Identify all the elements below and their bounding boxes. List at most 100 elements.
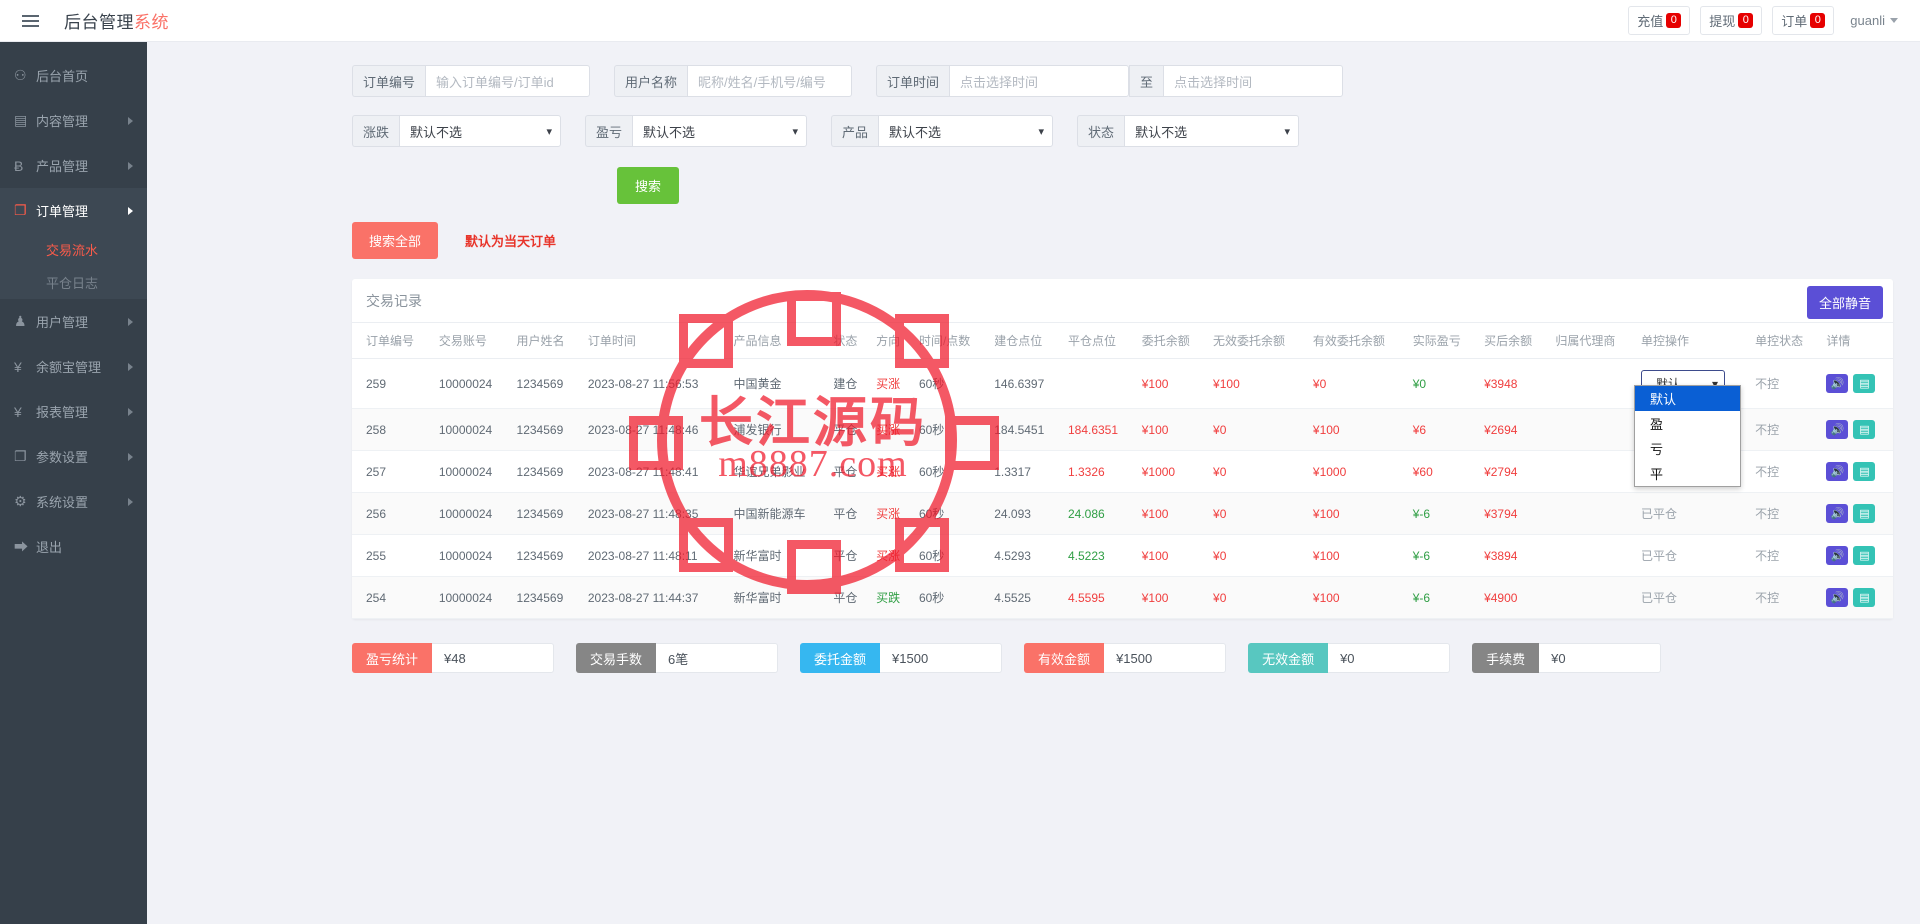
user-name-input[interactable]: 昵称/姓名/手机号/编号	[687, 65, 853, 97]
cell-close-price: 4.5223	[1061, 534, 1136, 577]
speaker-icon[interactable]: 🔊	[1826, 588, 1849, 607]
summary-lots-label: 交易手数	[576, 643, 657, 673]
search-all-button[interactable]: 搜索全部	[352, 222, 439, 259]
cell-actual-pl: ¥-6	[1406, 534, 1479, 577]
user-name-group: 用户名称 昵称/姓名/手机号/编号	[614, 65, 853, 97]
speaker-icon[interactable]: 🔊	[1826, 504, 1849, 523]
list-detail-icon[interactable]: ▤	[1853, 420, 1876, 439]
cell-time: 2023-08-27 11:48:46	[581, 408, 728, 451]
cell-duration: 60秒	[912, 450, 989, 493]
cell-close-price: 184.6351	[1061, 408, 1136, 451]
user-menu[interactable]: guanli	[1844, 9, 1904, 32]
sidebar-item-user[interactable]: ♟ 用户管理	[0, 299, 147, 344]
table-row[interactable]: 259 10000024 1234569 2023-08-27 11:56:53 中国黄…	[352, 358, 1893, 487]
cell-detail: 🔊 ▤	[1820, 492, 1893, 535]
list-detail-icon[interactable]: ▤	[1853, 462, 1876, 481]
list-detail-icon[interactable]: ▤	[1853, 588, 1876, 607]
cell-valid-entrust: ¥0	[1306, 358, 1407, 409]
speaker-icon[interactable]: 🔊	[1826, 462, 1849, 481]
sidebar-label-order: 订单管理	[36, 204, 89, 219]
search-button[interactable]: 搜索	[617, 167, 680, 204]
table-row[interactable]: 254 10000024 1234569 2023-08-27 11:44:37 新华富…	[352, 576, 1893, 619]
filter-row-1: 订单编号 输入订单编号/订单id 用户名称 昵称/姓名/手机号/编号 订单时间 …	[147, 42, 1920, 97]
file-copy-icon: ❐	[14, 448, 27, 464]
summary-valid-value[interactable]: ¥1500	[1104, 643, 1227, 673]
ctrl-dropdown[interactable]: 默认盈亏平	[1633, 385, 1741, 487]
withdraw-badge[interactable]: 提现 0	[1700, 6, 1763, 35]
list-detail-icon[interactable]: ▤	[1853, 504, 1876, 523]
list-detail-icon[interactable]: ▤	[1853, 546, 1876, 565]
col-direction: 方向	[870, 323, 913, 359]
cell-invalid-entrust: ¥0	[1207, 408, 1307, 451]
sidebar-item-home[interactable]: ⚇ 后台首页	[0, 53, 147, 98]
profit-label: 盈亏	[585, 115, 633, 147]
order-time-start-input[interactable]: 点击选择时间	[949, 65, 1130, 97]
table-row[interactable]: 256 10000024 1234569 2023-08-27 11:48:35 中国新…	[352, 492, 1893, 535]
table-header-row: 订单编号 交易账号 用户姓名 订单时间 产品信息 状态 方向 时间/点数 建仓点…	[352, 323, 1893, 359]
ctrl-option-亏[interactable]: 亏	[1635, 436, 1740, 461]
user-name-label: 用户名称	[614, 65, 688, 97]
cell-ctrl-status: 不控	[1749, 450, 1821, 493]
cell-product: 中国黄金	[727, 358, 828, 409]
ctrl-option-平[interactable]: 平	[1635, 461, 1740, 486]
order-badge[interactable]: 订单 0	[1772, 6, 1835, 35]
list-detail-icon[interactable]: ▤	[1853, 374, 1876, 393]
speaker-icon[interactable]: 🔊	[1826, 546, 1849, 565]
transaction-table: 订单编号 交易账号 用户姓名 订单时间 产品信息 状态 方向 时间/点数 建仓点…	[352, 323, 1893, 619]
summary-lots-value[interactable]: 6笔	[656, 643, 779, 673]
user-icon: ♟	[14, 313, 27, 329]
ctrl-option-默认[interactable]: 默认	[1634, 386, 1740, 411]
yen-icon: ¥	[14, 358, 22, 375]
speaker-icon[interactable]: 🔊	[1826, 420, 1849, 439]
recharge-badge[interactable]: 充值 0	[1628, 6, 1691, 35]
sidebar-label-params: 参数设置	[36, 450, 89, 465]
sidebar-subitem-transaction-flow[interactable]: 交易流水	[0, 233, 147, 266]
table-body: 259 10000024 1234569 2023-08-27 11:56:53 中国黄…	[352, 358, 1893, 619]
order-time-end-input[interactable]: 点击选择时间	[1163, 65, 1344, 97]
mute-all-button[interactable]: 全部静音	[1806, 286, 1883, 319]
summary-pl-value[interactable]: ¥48	[432, 643, 555, 673]
cell-entrust-balance: ¥100	[1135, 576, 1208, 619]
chevron-right-icon	[128, 407, 133, 416]
status-group: 状态 默认不选 ▾	[1077, 115, 1300, 147]
chevron-down-icon: ▾	[1038, 125, 1045, 138]
summary-invalid-value[interactable]: ¥0	[1328, 643, 1451, 673]
logout-icon: ⮕	[14, 538, 28, 555]
cell-ctrl-op: 已平仓	[1634, 576, 1750, 619]
product-select[interactable]: 默认不选 ▾	[878, 115, 1054, 147]
status-label: 状态	[1077, 115, 1125, 147]
sidebar-item-product[interactable]: Ƀ 产品管理	[0, 143, 147, 188]
status-select[interactable]: 默认不选 ▾	[1124, 115, 1300, 147]
col-invalid-entrust: 无效委托余额	[1207, 323, 1307, 359]
profit-select[interactable]: 默认不选 ▾	[632, 115, 808, 147]
speaker-icon[interactable]: 🔊	[1826, 374, 1849, 393]
ctrl-option-盈[interactable]: 盈	[1635, 411, 1740, 436]
cell-agent	[1549, 450, 1635, 493]
sidebar: ⚇ 后台首页 ▤ 内容管理 Ƀ 产品管理 ❐ 订单管理 交易流水 平仓日志 ♟ …	[0, 42, 147, 924]
cell-product: 浦发银行	[727, 408, 828, 451]
sidebar-item-balance[interactable]: ¥ 余额宝管理	[0, 344, 147, 389]
sidebar-label-user: 用户管理	[36, 315, 89, 330]
sidebar-item-content[interactable]: ▤ 内容管理	[0, 98, 147, 143]
chevron-down-icon: ▾	[792, 125, 799, 138]
order-no-input[interactable]: 输入订单编号/订单id	[425, 65, 591, 97]
col-agent: 归属代理商	[1549, 323, 1635, 359]
cell-agent	[1549, 492, 1635, 535]
sidebar-item-logout[interactable]: ⮕ 退出	[0, 524, 147, 569]
cell-open-price: 184.5451	[988, 408, 1062, 451]
summary-pl: 盈亏统计 ¥48	[352, 643, 555, 673]
sidebar-item-params[interactable]: ❐ 参数设置	[0, 434, 147, 479]
sidebar-item-order[interactable]: ❐ 订单管理	[0, 188, 147, 233]
summary-entrust-value[interactable]: ¥1500	[880, 643, 1003, 673]
table-row[interactable]: 255 10000024 1234569 2023-08-27 11:48:11 新华富…	[352, 534, 1893, 577]
cell-duration: 60秒	[912, 408, 989, 451]
cell-direction: 买涨	[870, 450, 913, 493]
sidebar-subitem-close-log[interactable]: 平仓日志	[0, 266, 147, 299]
summary-invalid-label: 无效金额	[1248, 643, 1329, 673]
sidebar-item-report[interactable]: ¥ 报表管理	[0, 389, 147, 434]
updown-select[interactable]: 默认不选 ▾	[399, 115, 562, 147]
menu-toggle-icon[interactable]	[8, 0, 52, 42]
summary-fee-value[interactable]: ¥0	[1539, 643, 1662, 673]
sidebar-item-system[interactable]: ⚙ 系统设置	[0, 479, 147, 524]
chevron-right-icon	[128, 497, 133, 506]
